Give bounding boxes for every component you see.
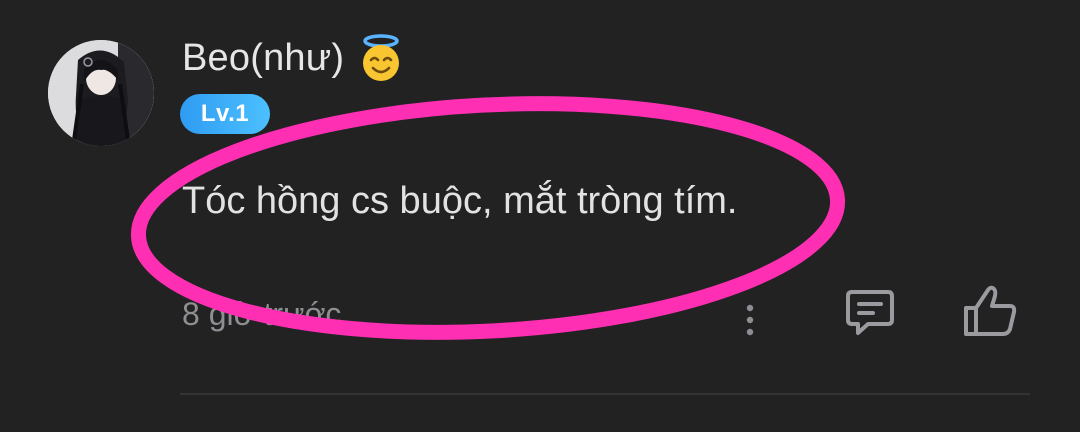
comment-reply-icon[interactable]: [842, 284, 898, 340]
comment-text: Tóc hồng cs buộc, mắt tròng tím.: [182, 180, 738, 222]
username-row: Beo(như): [182, 30, 406, 86]
thumbs-up-icon[interactable]: [960, 282, 1020, 342]
username[interactable]: Beo(như): [182, 37, 344, 80]
avatar-image: [48, 40, 154, 146]
timestamp: 8 giờ trước: [182, 296, 342, 332]
divider: [180, 393, 1030, 395]
smiling-face-with-halo-icon: [356, 33, 406, 83]
more-options-icon[interactable]: [736, 300, 764, 340]
comment-item: Beo(như) Lv.1 Tóc hồng cs buộc, mắt tròn…: [0, 0, 1080, 432]
level-badge: Lv.1: [180, 94, 270, 134]
avatar[interactable]: [48, 40, 154, 146]
